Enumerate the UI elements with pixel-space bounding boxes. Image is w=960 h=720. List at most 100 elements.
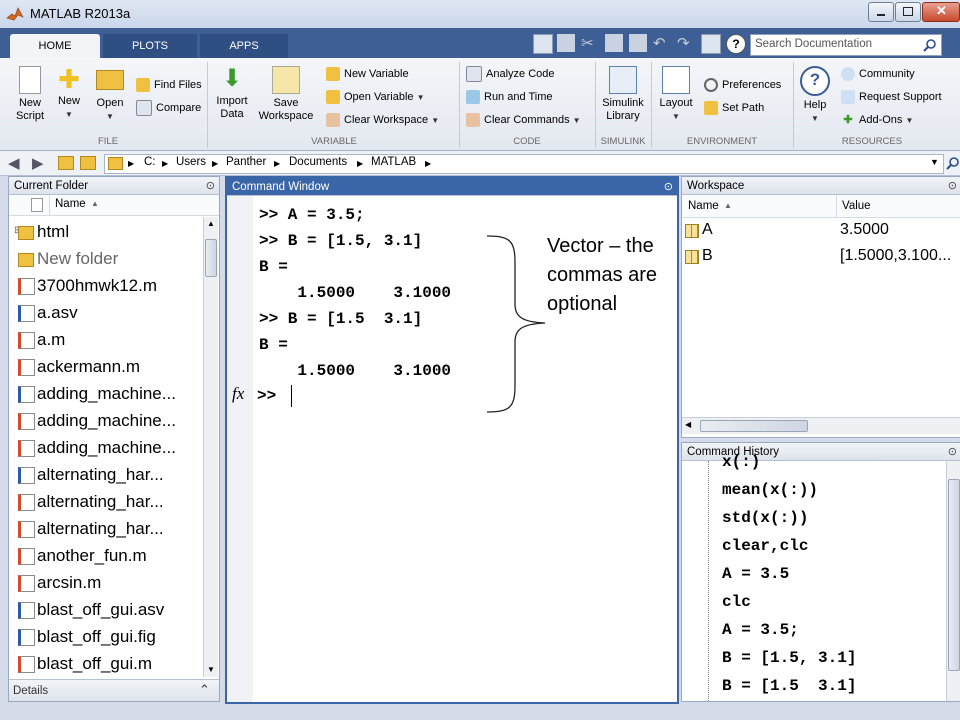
- help-button[interactable]: ? Help ▼: [798, 66, 832, 125]
- minimize-button[interactable]: [868, 2, 894, 22]
- set-path-button[interactable]: Set Path: [704, 99, 764, 117]
- open-variable-button[interactable]: Open Variable ▼: [326, 88, 425, 106]
- back-icon[interactable]: ◀: [8, 154, 20, 172]
- scroll-up-icon[interactable]: ▲: [207, 219, 215, 228]
- history-scrollbar[interactable]: [946, 461, 960, 701]
- quick-access-icon[interactable]: [533, 34, 553, 54]
- switch-windows-icon[interactable]: [701, 34, 721, 54]
- history-entry[interactable]: clear,clc: [722, 537, 808, 555]
- tab-apps[interactable]: APPS: [200, 34, 288, 58]
- simulink-library-button[interactable]: Simulink Library: [600, 66, 646, 123]
- scroll-down-icon[interactable]: ▼: [207, 665, 215, 674]
- preferences-button[interactable]: Preferences: [704, 76, 781, 94]
- folder-list-item[interactable]: adding_machine...: [18, 380, 176, 407]
- open-button[interactable]: Open ▼: [92, 66, 128, 123]
- community-button[interactable]: Community: [841, 65, 915, 83]
- command-window[interactable]: Command Window ⊙ >> A = 3.5; >> B = [1.5,…: [225, 176, 679, 704]
- chevron-up-icon[interactable]: ⌃: [199, 682, 210, 698]
- workspace-row[interactable]: B [1.5000,3.100...: [682, 244, 960, 270]
- copy-icon[interactable]: [605, 34, 623, 52]
- history-entry[interactable]: x(:): [722, 453, 760, 471]
- history-entry[interactable]: clc: [722, 593, 751, 611]
- analyze-code-button[interactable]: Analyze Code: [466, 65, 555, 83]
- workspace-hscrollbar[interactable]: ◀: [682, 417, 960, 434]
- history-entry[interactable]: B = [1.5 3.1]: [722, 677, 856, 695]
- clear-commands-button[interactable]: Clear Commands ▼: [466, 111, 581, 129]
- panel-menu-icon[interactable]: ⊙: [948, 177, 957, 195]
- scroll-thumb[interactable]: [700, 420, 808, 432]
- save-icon[interactable]: [557, 34, 575, 52]
- folder-list-item[interactable]: another_fun.m: [18, 542, 147, 569]
- folder-scrollbar[interactable]: ▲ ▼: [203, 217, 218, 677]
- breadcrumb-panther[interactable]: Panther: [226, 156, 266, 168]
- history-entry[interactable]: mean(x(:)): [722, 481, 818, 499]
- folder-list-item[interactable]: a.asv: [18, 299, 78, 326]
- browse-folder-icon[interactable]: [80, 156, 96, 170]
- find-files-button[interactable]: Find Files: [136, 76, 202, 94]
- tab-home[interactable]: HOME: [10, 34, 100, 58]
- new-script-button[interactable]: New Script: [10, 66, 50, 123]
- panel-menu-icon[interactable]: ⊙: [206, 177, 215, 195]
- details-bar[interactable]: Details ⌃: [9, 679, 219, 701]
- history-entry[interactable]: A = 3.5: [722, 565, 789, 583]
- scroll-thumb[interactable]: [948, 479, 960, 671]
- up-folder-icon[interactable]: [58, 156, 74, 170]
- cut-icon[interactable]: ✂: [581, 34, 599, 52]
- folder-list-item[interactable]: 3700hmwk12.m: [18, 272, 157, 299]
- fx-function-browser-icon[interactable]: fx: [232, 384, 244, 404]
- save-workspace-button[interactable]: Save Workspace: [256, 66, 316, 123]
- chevron-down-icon[interactable]: ▼: [930, 157, 939, 167]
- paste-icon[interactable]: [629, 34, 647, 52]
- redo-icon[interactable]: ↷: [677, 34, 695, 52]
- search-icon[interactable]: [923, 38, 937, 52]
- compare-button[interactable]: Compare: [136, 99, 201, 117]
- history-entry[interactable]: A = 3.5;: [722, 621, 799, 639]
- folder-list-item[interactable]: blast_off_gui.fig: [18, 623, 156, 650]
- breadcrumb-documents[interactable]: Documents: [289, 156, 347, 168]
- workspace-row[interactable]: A 3.5000: [682, 218, 960, 244]
- breadcrumb-matlab[interactable]: MATLAB: [371, 156, 416, 168]
- search-documentation-input[interactable]: Search Documentation: [750, 34, 942, 56]
- request-support-button[interactable]: Request Support: [841, 88, 942, 106]
- maximize-button[interactable]: [895, 2, 921, 22]
- history-entry[interactable]: B = [1.5, 3.1]: [722, 649, 856, 667]
- breadcrumb-drive[interactable]: C:: [144, 156, 156, 168]
- import-data-button[interactable]: ⬇ Import Data: [212, 66, 252, 121]
- help-icon[interactable]: ?: [726, 34, 746, 54]
- close-button[interactable]: ✕: [922, 2, 960, 22]
- folder-list-item[interactable]: New folder: [18, 245, 118, 272]
- clear-workspace-button[interactable]: Clear Workspace ▼: [326, 111, 439, 129]
- folder-column-header[interactable]: Name ▲: [9, 195, 219, 216]
- community-icon: [841, 67, 855, 82]
- folder-list-item[interactable]: alternating_har...: [18, 488, 164, 515]
- folder-list-item[interactable]: ackermann.m: [18, 353, 140, 380]
- folder-list-item[interactable]: ⊞html: [14, 218, 69, 245]
- clear-workspace-label: Clear Workspace: [344, 114, 429, 126]
- workspace-name-column[interactable]: Name: [688, 200, 719, 212]
- search-folder-icon[interactable]: [946, 156, 960, 170]
- history-entry[interactable]: std(x(:)): [722, 509, 808, 527]
- workspace-value-column[interactable]: Value: [842, 200, 871, 212]
- folder-list-item[interactable]: adding_machine...: [18, 434, 176, 461]
- run-and-time-button[interactable]: Run and Time: [466, 88, 552, 106]
- folder-list-item[interactable]: a.m: [18, 326, 65, 353]
- scroll-thumb[interactable]: [205, 239, 217, 277]
- layout-button[interactable]: Layout ▼: [656, 66, 696, 123]
- scroll-left-icon[interactable]: ◀: [685, 420, 691, 429]
- folder-list-item[interactable]: alternating_har...: [18, 515, 164, 542]
- tab-plots[interactable]: PLOTS: [103, 34, 197, 58]
- folder-list-item[interactable]: blast_off_gui.asv: [18, 596, 164, 623]
- workspace-column-header[interactable]: Name ▲ Value: [682, 195, 960, 218]
- forward-icon[interactable]: ▶: [32, 154, 44, 172]
- folder-list-item[interactable]: adding_machine...: [18, 407, 176, 434]
- breadcrumb-users[interactable]: Users: [176, 156, 206, 168]
- undo-icon[interactable]: ↶: [653, 34, 671, 52]
- new-button[interactable]: ✚ New ▼: [52, 66, 86, 121]
- folder-list-item[interactable]: arcsin.m: [18, 569, 101, 596]
- add-ons-button[interactable]: ✚ Add-Ons ▼: [841, 111, 913, 129]
- new-variable-button[interactable]: New Variable: [326, 65, 409, 83]
- folder-list-item[interactable]: alternating_har...: [18, 461, 164, 488]
- panel-menu-icon[interactable]: ⊙: [664, 178, 673, 196]
- folder-list-item[interactable]: blast_off_gui.m: [18, 650, 152, 677]
- text-cursor[interactable]: [291, 385, 292, 407]
